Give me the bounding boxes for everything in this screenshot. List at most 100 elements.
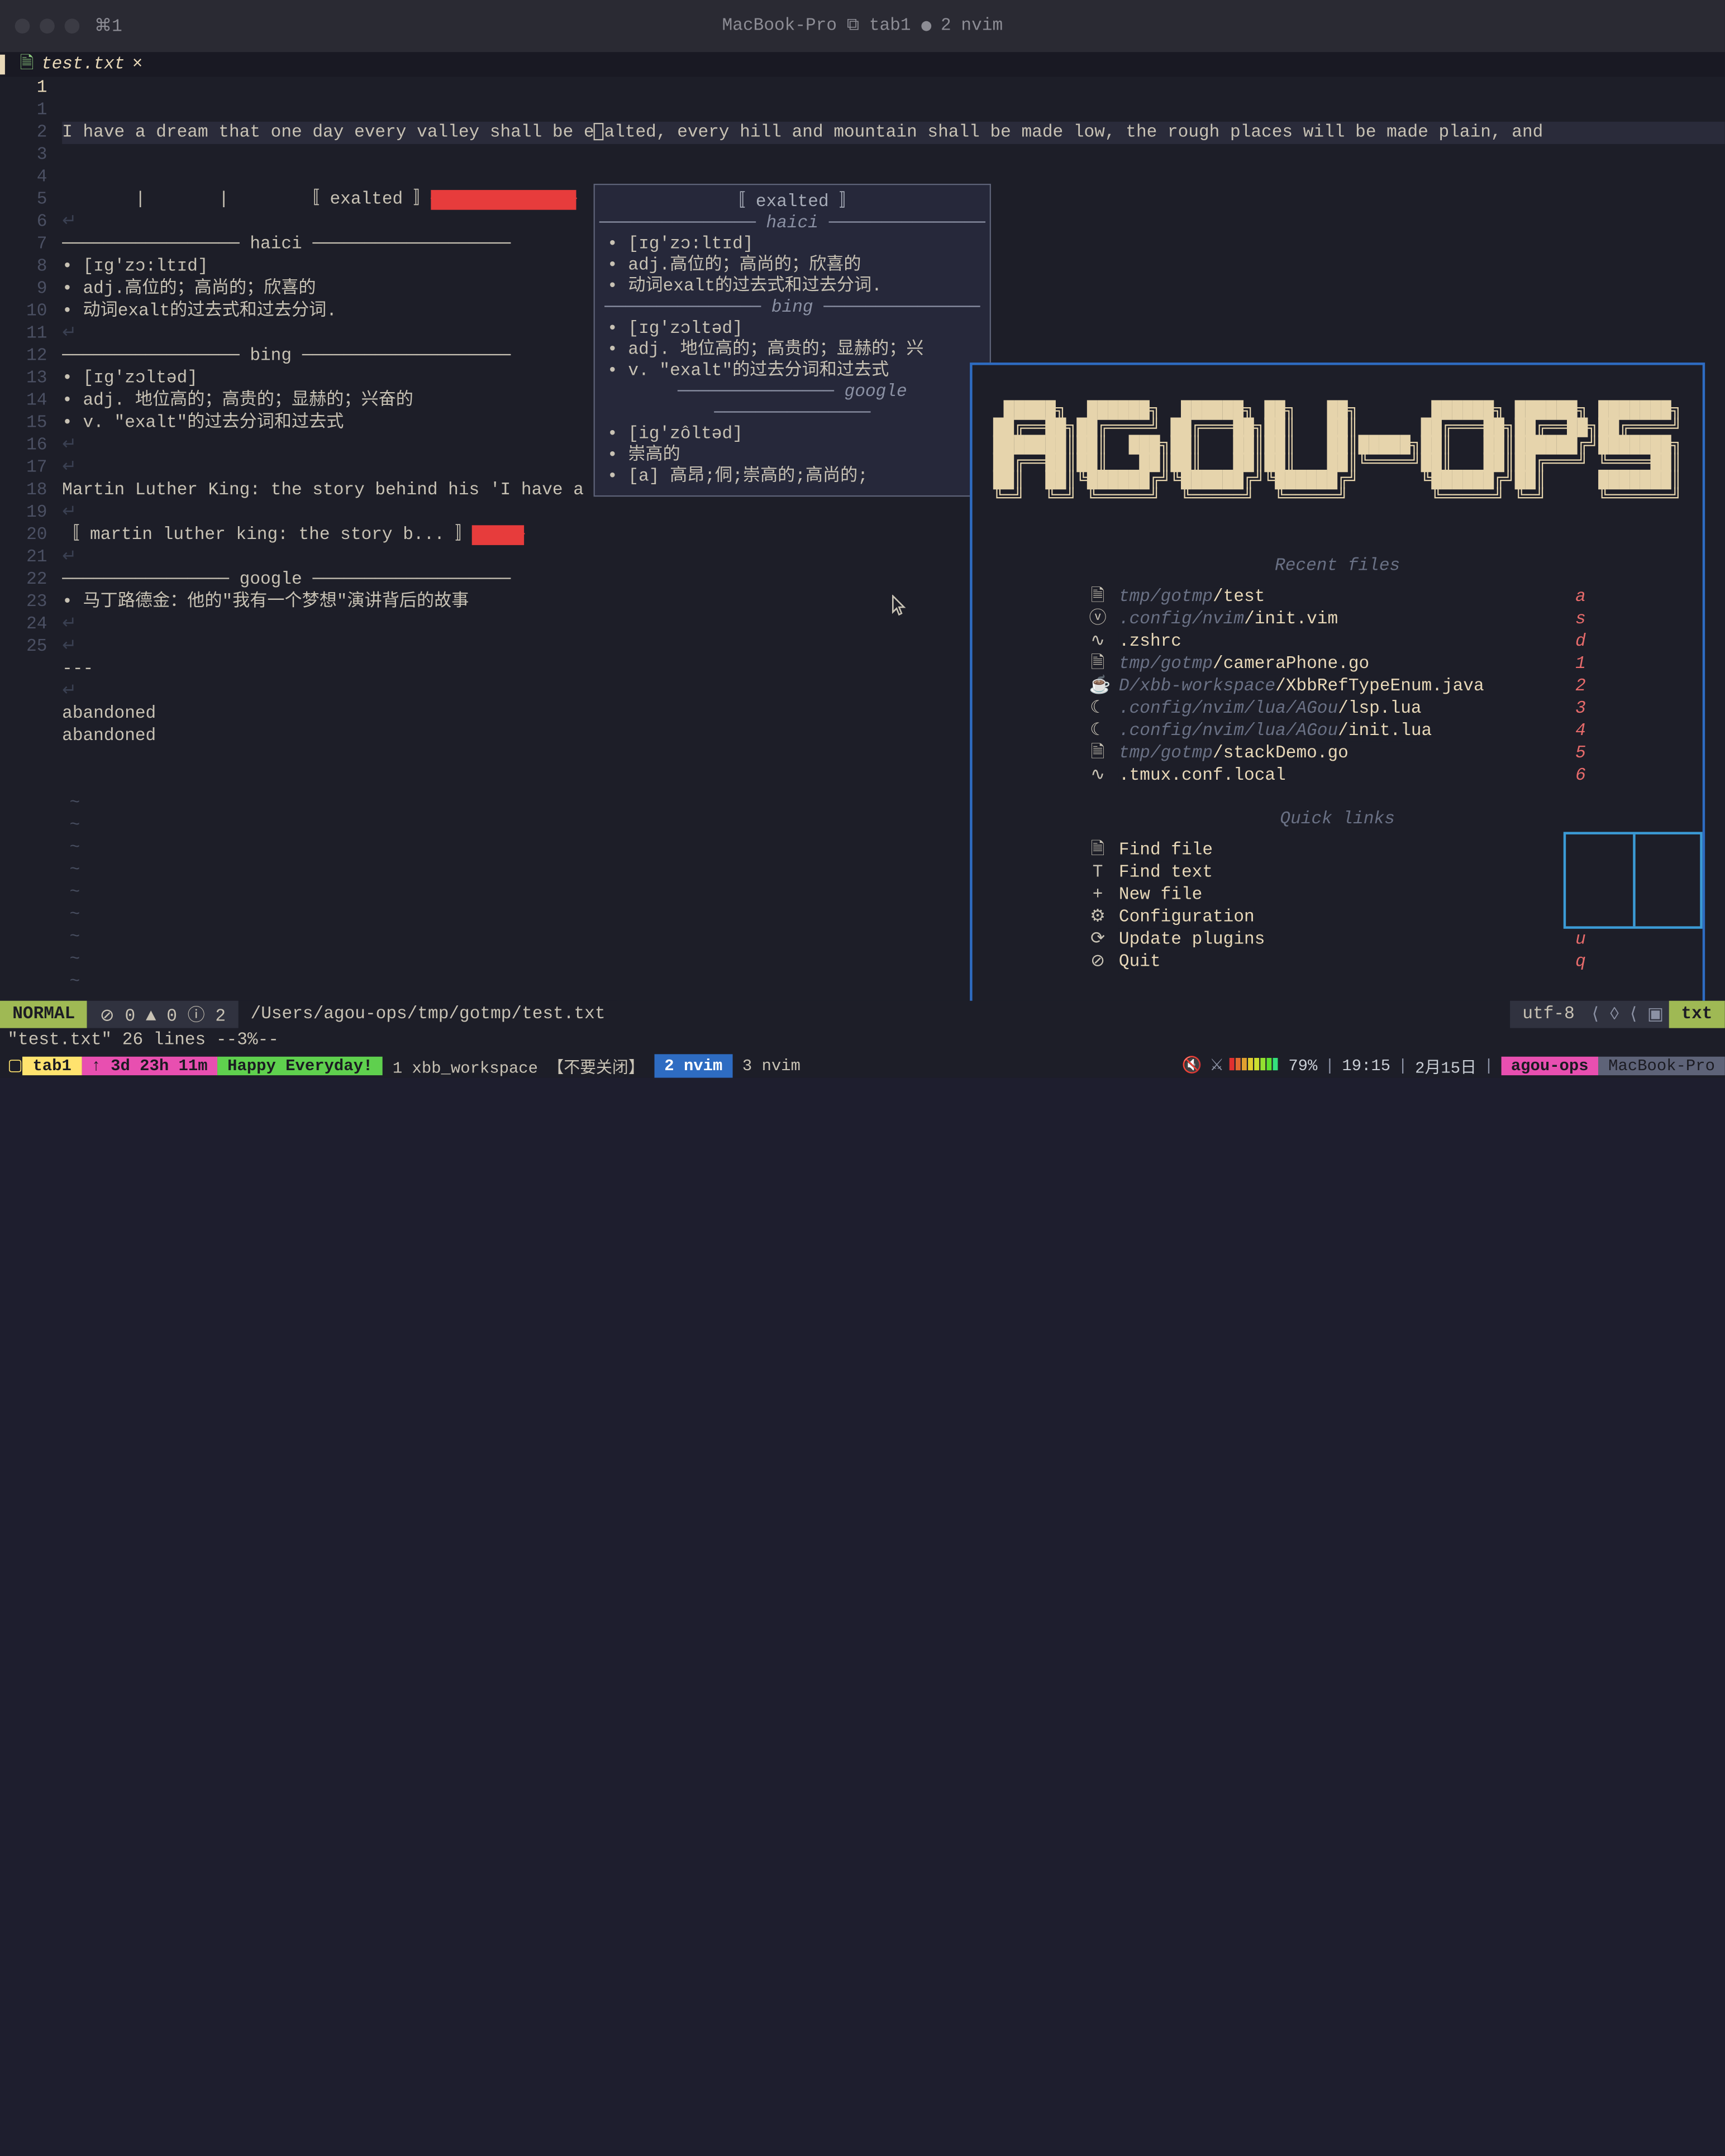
separator-dot-icon <box>921 21 931 31</box>
tmux-hostname: MacBook-Pro <box>1598 1056 1724 1075</box>
status-icons: ⟨ ◊ ⟨ ▣ <box>1587 1001 1669 1028</box>
popup-section-header: bing <box>595 298 990 319</box>
tmux-window[interactable]: 1 xbb_workspace 【不要关闭】 <box>383 1053 654 1077</box>
recent-file-item[interactable]: ∿.tmux.conf.local6 <box>1089 765 1586 787</box>
minimap[interactable] <box>1564 832 1703 928</box>
file-type-icon: ☾ <box>1089 698 1107 720</box>
tmux-window[interactable]: 2 nvim <box>655 1053 733 1077</box>
action-icon: T <box>1089 862 1107 884</box>
file-path: /Users/agou-ops/tmp/gotmp/test.txt <box>238 1001 617 1028</box>
host-name: MacBook-Pro <box>722 16 837 36</box>
file-type-icon: ☕ <box>1089 675 1107 698</box>
shortcut-key: 3 <box>1575 698 1586 720</box>
file-type-icon: ☾ <box>1089 720 1107 742</box>
recent-file-item[interactable]: ⓥ.config/nvim/init.vims <box>1089 608 1586 631</box>
statusline: NORMAL ⊘ 0 ▲ 0 ⓘ 2 /Users/agou-ops/tmp/g… <box>0 1001 1725 1028</box>
window-title: MacBook-Pro ⧉ tab1 2 nvim <box>722 16 1003 36</box>
recent-file-item[interactable]: ∿.zshrcd <box>1089 631 1586 653</box>
action-icon: ⊘ <box>1089 951 1107 974</box>
encoding-segment: utf-8 <box>1510 1001 1587 1028</box>
file-type-icon: 🗎 <box>1089 653 1107 675</box>
tmux-uptime: ↑ 3d 23h 11m <box>82 1056 218 1075</box>
shortcut-key: s <box>1575 608 1586 631</box>
recent-file-item[interactable]: ☾.config/nvim/lua/AGou/lsp.lua3 <box>1089 698 1586 720</box>
battery-percentage: 79% <box>1288 1056 1317 1075</box>
traffic-lights[interactable] <box>15 18 80 34</box>
text-cursor <box>594 123 604 141</box>
shortcut-key: 2 <box>1575 675 1586 698</box>
recent-file-item[interactable]: 🗎tmp/gotmp/cameraPhone.go1 <box>1089 653 1586 675</box>
quick-links-list: 🗎Find filefTFind textF+New filen⚙Configu… <box>1089 839 1586 974</box>
battery-indicator: 79% <box>1229 1056 1317 1075</box>
popup-entry: • v. "exalt"的过去分词和过去式 <box>595 361 990 383</box>
action-icon: 🗎 <box>1089 839 1107 862</box>
session-name: tab1 <box>869 16 911 36</box>
macos-titlebar: ⌘1 MacBook-Pro ⧉ tab1 2 nvim <box>0 0 1725 52</box>
mouse-cursor-icon <box>892 595 907 617</box>
mode-indicator: NORMAL <box>0 1001 88 1028</box>
quick-link-item[interactable]: ⟳Update pluginsu <box>1089 929 1586 951</box>
dictionary-popup: 〚 exalted 〛 haici• [ɪg'zɔ:ltɪd]• adj.高位的… <box>594 184 991 497</box>
popup-entry: • [ig'zôltəd] <box>595 424 990 446</box>
current-line[interactable]: I have a dream that one day every valley… <box>62 122 1725 144</box>
shortcut-key: 1 <box>1575 653 1586 675</box>
proc-index: 2 <box>941 16 951 36</box>
quick-link-item[interactable]: 🗎Find filef <box>1089 839 1586 862</box>
zoom-window-icon[interactable] <box>65 18 80 34</box>
window-shortcut: ⌘1 <box>94 16 122 37</box>
shortcut-key: u <box>1575 929 1586 951</box>
file-type-icon: 🗎 <box>1089 586 1107 608</box>
tmux-user: agou-ops <box>1501 1056 1598 1075</box>
popup-section-header: haici <box>595 213 990 235</box>
close-window-icon[interactable] <box>15 18 30 34</box>
sound-muted-icon: 🔇 <box>1182 1056 1202 1075</box>
popup-entry: • [ɪg'zɔ:ltɪd] <box>595 235 990 256</box>
tab-close-icon[interactable]: × <box>132 55 143 75</box>
file-type-icon: ∿ <box>1089 765 1107 787</box>
popup-entry: • adj. 地位高的；高贵的；显赫的；兴 <box>595 340 990 361</box>
file-type-icon: ∿ <box>1089 631 1107 653</box>
shortcut-key: 6 <box>1575 765 1586 787</box>
ascii-banner: █████╗ ██████╗ ██████╗ ██╗ ██╗ ██████╗ █… <box>973 402 1703 507</box>
recent-file-item[interactable]: 🗎tmp/gotmp/testa <box>1089 586 1586 608</box>
buffer-tabbar: 🗎 test.txt × <box>0 52 1725 77</box>
crossed-swords-icon: ⚔ <box>1209 1056 1224 1075</box>
popup-entry: • 动词exalt的过去式和过去分词. <box>595 277 990 298</box>
current-line-number: 1 <box>0 77 47 99</box>
file-icon: 🗎 <box>20 50 34 79</box>
quick-link-item[interactable]: ⚙Configurationc <box>1089 907 1586 929</box>
editor-viewport[interactable]: 1 12345678910111213141516171819202122232… <box>0 77 1725 1001</box>
tmux-session[interactable]: tab1 <box>23 1056 82 1075</box>
shortcut-key: d <box>1575 631 1586 653</box>
proc-name: nvim <box>961 16 1003 36</box>
quick-link-item[interactable]: +New filen <box>1089 884 1586 907</box>
tmux-window[interactable]: 3 nvim <box>732 1053 811 1077</box>
filetype-segment: txt <box>1669 1001 1725 1028</box>
file-type-icon: 🗎 <box>1089 742 1107 765</box>
shortcut-key: 5 <box>1575 742 1586 765</box>
action-icon: + <box>1089 884 1107 907</box>
minimize-window-icon[interactable] <box>40 18 55 34</box>
tmux-statusbar: ▢ tab1 ↑ 3d 23h 11m Happy Everyday! 1 xb… <box>0 1053 1725 1077</box>
popup-entry: • [a] 高昂;侗;崇高的;高尚的; <box>595 467 990 488</box>
tmux-prefix-icon: ▢ <box>0 1056 23 1075</box>
recent-file-item[interactable]: ☕D/xbb-workspace/XbbRefTypeEnum.java2 <box>1089 675 1586 698</box>
popup-title: 〚 exalted 〛 <box>595 193 990 214</box>
quick-link-item[interactable]: ⊘Quitq <box>1089 951 1586 974</box>
recent-files-header: Recent files <box>973 556 1703 576</box>
tab-label: test.txt <box>41 55 125 75</box>
quick-link-item[interactable]: TFind textF <box>1089 862 1586 884</box>
date: 2月15日 <box>1415 1053 1476 1077</box>
action-icon: ⟳ <box>1089 929 1107 951</box>
shortcut-key: q <box>1575 951 1586 974</box>
line-number-gutter: 1 12345678910111213141516171819202122232… <box>0 77 55 658</box>
quick-links-header: Quick links <box>973 809 1703 829</box>
recent-file-item[interactable]: ☾.config/nvim/lua/AGou/init.lua4 <box>1089 720 1586 742</box>
session-icon: ⧉ <box>847 16 859 36</box>
shortcut-key: 4 <box>1575 720 1586 742</box>
command-line[interactable]: "test.txt" 26 lines --3%-- <box>0 1028 1725 1053</box>
tab-active-indicator <box>0 55 5 75</box>
action-icon: ⚙ <box>1089 907 1107 929</box>
recent-file-item[interactable]: 🗎tmp/gotmp/stackDemo.go5 <box>1089 742 1586 765</box>
popup-entry: • 崇高的 <box>595 446 990 467</box>
